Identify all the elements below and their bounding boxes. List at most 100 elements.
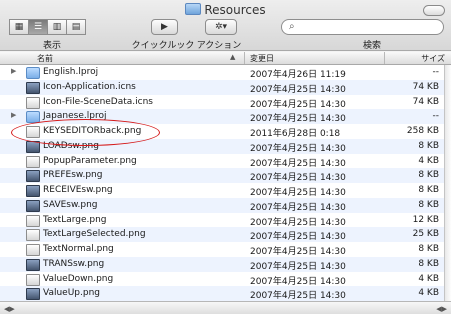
list-item[interactable]: Icon-Application.icns 2007年4月25日 14:30 7… xyxy=(0,79,445,95)
file-size: 4 KB xyxy=(418,155,439,166)
document-icon xyxy=(26,229,40,242)
column-divider[interactable] xyxy=(384,52,385,64)
file-date: 2007年4月25日 14:30 xyxy=(250,217,346,228)
quicklook-eye-icon: ▶ xyxy=(161,22,168,32)
column-view-icon[interactable]: ▥ xyxy=(48,19,67,35)
document-icon xyxy=(26,288,40,301)
file-name: English.lproj xyxy=(43,67,99,77)
view-mode-selector[interactable]: ▦ ☰ ▥ ▤ xyxy=(9,19,86,35)
column-divider[interactable] xyxy=(244,52,245,64)
file-name: TRANSsw.png xyxy=(43,258,105,269)
action-label: アクション xyxy=(196,41,242,51)
document-icon xyxy=(26,214,40,227)
document-icon xyxy=(26,96,40,109)
file-date: 2007年4月25日 14:30 xyxy=(250,276,346,287)
list-item[interactable]: SAVEsw.png 2007年4月25日 14:30 8 KB xyxy=(0,197,445,213)
document-icon xyxy=(26,273,40,286)
list-item[interactable]: TextLargeSelected.png 2007年4月25日 14:30 2… xyxy=(0,227,445,242)
scroll-left-arrow-icon[interactable]: ◀▶ xyxy=(4,305,15,313)
list-item[interactable]: ValueUp.png 2007年4月25日 14:30 4 KB xyxy=(0,286,445,301)
action-button[interactable]: ✲▾ xyxy=(205,19,237,35)
file-name: Japanese.lproj xyxy=(43,111,107,122)
file-name: TextLarge.png xyxy=(43,214,107,225)
file-name: ValueUp.png xyxy=(43,288,101,299)
list-item[interactable]: TextLarge.png 2007年4月25日 14:30 12 KB xyxy=(0,213,445,228)
document-icon xyxy=(26,185,40,197)
file-date: 2007年4月25日 14:30 xyxy=(250,202,346,213)
quicklook-button[interactable]: ▶ xyxy=(151,19,178,35)
file-date: 2007年4月25日 14:30 xyxy=(250,247,346,257)
search-icon: ⌕ xyxy=(289,21,295,32)
list-item[interactable]: PREFEsw.png 2007年4月25日 14:30 8 KB xyxy=(0,168,445,183)
file-date: 2007年4月25日 14:30 xyxy=(250,261,346,272)
document-icon xyxy=(26,170,40,183)
file-date: 2007年4月25日 14:30 xyxy=(250,173,346,184)
document-icon xyxy=(26,126,40,138)
disclosure-triangle-icon[interactable]: ▶ xyxy=(11,67,16,75)
file-name: TextNormal.png xyxy=(43,244,114,254)
file-date: 2007年4月25日 14:30 xyxy=(250,114,346,125)
file-size: 8 KB xyxy=(418,140,439,151)
list-item[interactable]: PopupParameter.png 2007年4月25日 14:30 4 KB xyxy=(0,154,445,169)
icon-view-icon[interactable]: ▦ xyxy=(9,19,29,35)
file-name: Icon-File-SceneData.icns xyxy=(43,96,153,107)
document-icon xyxy=(26,155,40,168)
file-size: 74 KB xyxy=(412,96,439,107)
quicklook-label: クイックルック xyxy=(131,41,195,51)
list-item[interactable]: TRANSsw.png 2007年4月25日 14:30 8 KB xyxy=(0,256,445,272)
file-size: 8 KB xyxy=(418,170,439,181)
file-size: -- xyxy=(432,111,440,122)
file-name: LOADsw.png xyxy=(43,140,99,151)
file-name: SAVEsw.png xyxy=(43,199,98,210)
file-size: 4 KB xyxy=(418,273,439,284)
file-name: Icon-Application.icns xyxy=(43,81,136,92)
file-date: 2007年4月25日 14:30 xyxy=(250,291,346,301)
column-header-size[interactable]: サイズ xyxy=(421,53,445,64)
disclosure-triangle-icon[interactable]: ▶ xyxy=(11,111,16,119)
list-view-icon[interactable]: ☰ xyxy=(29,19,48,35)
cover-flow-icon[interactable]: ▤ xyxy=(67,19,86,35)
file-date: 2011年6月28日 0:18 xyxy=(250,129,341,139)
toolbar-toggle-button[interactable] xyxy=(423,5,445,16)
folder-icon xyxy=(26,67,40,79)
file-size: 8 KB xyxy=(418,258,439,269)
file-name: ValueDown.png xyxy=(43,273,114,284)
file-date: 2007年4月25日 14:30 xyxy=(250,143,346,154)
file-date: 2007年4月26日 11:19 xyxy=(250,70,346,80)
list-column-header: 名前 ▲ 変更日 サイズ xyxy=(0,52,451,65)
file-size: 4 KB xyxy=(418,288,439,299)
document-icon xyxy=(26,140,40,153)
view-label: 表示 xyxy=(42,41,61,51)
scroll-right-arrow-icon[interactable]: ◀▶ xyxy=(436,305,447,313)
file-size: 8 KB xyxy=(418,185,439,195)
list-item[interactable]: ValueDown.png 2007年4月25日 14:30 4 KB xyxy=(0,272,445,287)
file-size: 258 KB xyxy=(406,126,439,136)
list-item[interactable]: TextNormal.png 2007年4月25日 14:30 8 KB xyxy=(0,242,445,257)
column-header-date[interactable]: 変更日 xyxy=(250,53,274,64)
document-icon xyxy=(26,199,40,212)
file-name: PREFEsw.png xyxy=(43,170,103,181)
list-item[interactable]: LOADsw.png 2007年4月25日 14:30 8 KB xyxy=(0,138,445,154)
list-item[interactable]: Icon-File-SceneData.icns 2007年4月25日 14:3… xyxy=(0,95,445,110)
list-item[interactable]: ▶ Japanese.lproj 2007年4月25日 14:30 -- xyxy=(0,109,445,124)
window-toolbar: Resources ▦ ☰ ▥ ▤ 表示 ▶ クイックルック ✲▾ アクション … xyxy=(0,0,451,51)
document-icon xyxy=(26,81,40,94)
file-size: 74 KB xyxy=(412,81,439,92)
horizontal-scrollbar[interactable]: ◀▶ ◀▶ xyxy=(0,301,451,314)
gear-icon: ✲▾ xyxy=(214,22,228,32)
file-name: TextLargeSelected.png xyxy=(43,229,146,240)
folder-icon xyxy=(185,3,202,15)
list-item[interactable]: ▶ English.lproj 2007年4月26日 11:19 -- xyxy=(0,65,445,80)
search-label: 検索 xyxy=(362,41,381,51)
file-size: 25 KB xyxy=(412,229,439,240)
finder-window: Resources ▦ ☰ ▥ ▤ 表示 ▶ クイックルック ✲▾ アクション … xyxy=(0,0,451,314)
file-name: PopupParameter.png xyxy=(43,155,137,166)
list-item[interactable]: KEYSEDITORback.png 2011年6月28日 0:18 258 K… xyxy=(0,124,445,139)
column-header-name[interactable]: 名前 xyxy=(37,53,53,64)
list-item[interactable]: RECEIVEsw.png 2007年4月25日 14:30 8 KB xyxy=(0,183,445,198)
vertical-scrollbar[interactable] xyxy=(444,65,451,301)
search-input[interactable]: ⌕ xyxy=(281,19,444,35)
file-date: 2007年4月25日 14:30 xyxy=(250,99,346,110)
file-size: 8 KB xyxy=(418,244,439,254)
file-list[interactable]: ▶ English.lproj 2007年4月26日 11:19 -- Icon… xyxy=(0,65,445,301)
